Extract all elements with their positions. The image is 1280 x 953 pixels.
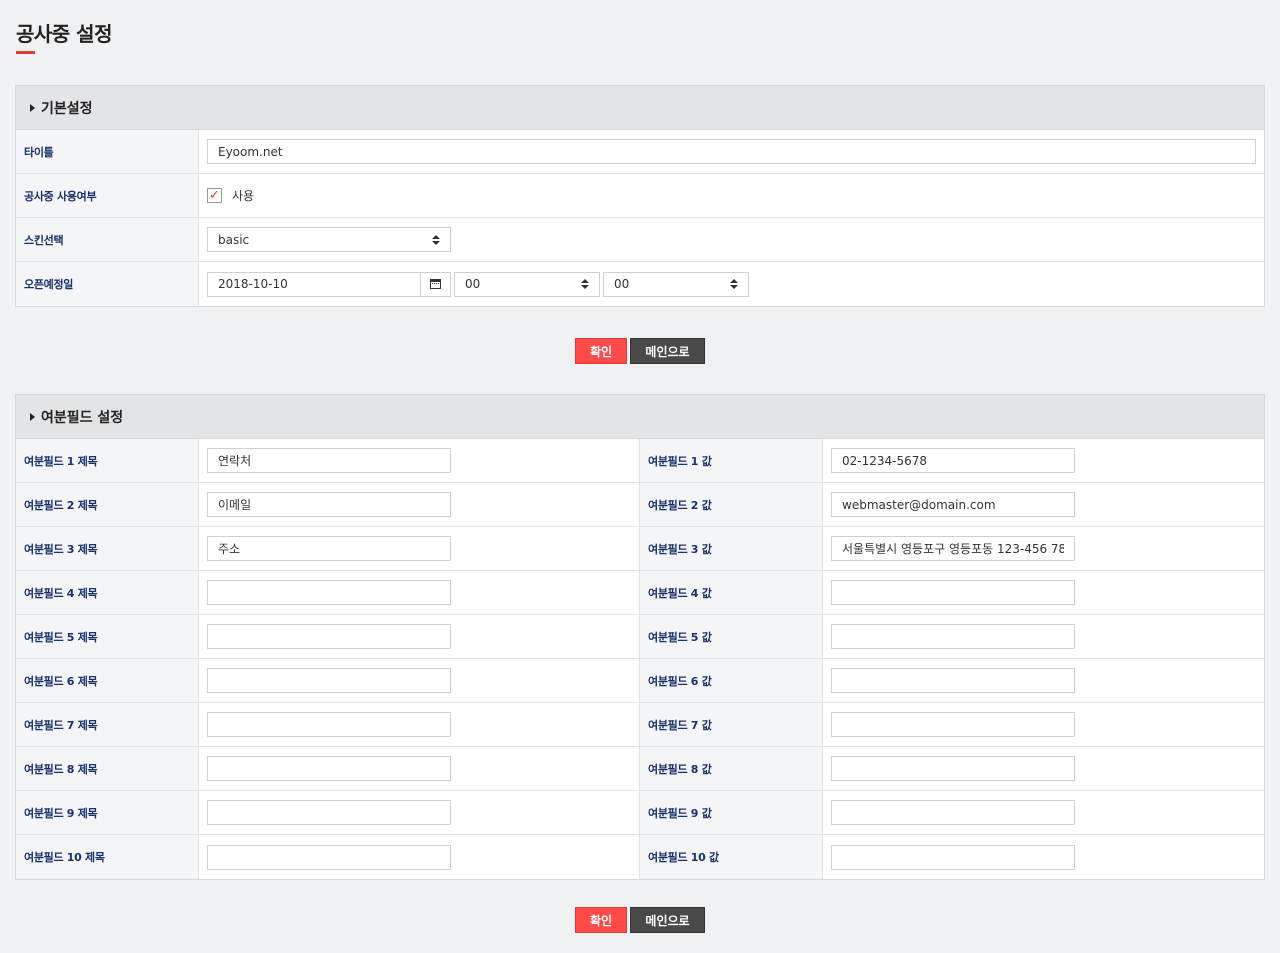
- extra-title-input[interactable]: [207, 536, 451, 561]
- extra-title-input[interactable]: [207, 448, 451, 473]
- extra-value-input[interactable]: [831, 536, 1075, 561]
- title-label: 타이틀: [16, 130, 199, 173]
- extra-field-row: 여분필드 4 제목 여분필드 4 값: [16, 571, 1264, 615]
- use-checkbox[interactable]: ✓: [207, 188, 222, 203]
- extra-field-row: 여분필드 5 제목 여분필드 5 값: [16, 615, 1264, 659]
- title-input[interactable]: [207, 139, 1256, 164]
- extra-value-input[interactable]: [831, 668, 1075, 693]
- skin-row: 스킨선택 basic: [16, 218, 1264, 262]
- extra-field-row: 여분필드 9 제목 여분필드 9 값: [16, 791, 1264, 835]
- extra-fields-rows: 여분필드 1 제목여분필드 1 값여분필드 2 제목여분필드 2 값여분필드 3…: [16, 439, 1264, 879]
- extra-actions: 확인 메인으로: [575, 907, 705, 933]
- extra-title-label: 여분필드 10 제목: [16, 835, 199, 879]
- use-checkbox-label: 사용: [232, 189, 255, 203]
- extra-title-input[interactable]: [207, 756, 451, 781]
- extra-value-label: 여분필드 6 값: [640, 659, 823, 702]
- use-row: 공사중 사용여부 ✓ 사용: [16, 174, 1264, 218]
- extra-title-label: 여분필드 8 제목: [16, 747, 199, 790]
- open-hour-select[interactable]: 00: [454, 271, 600, 297]
- extra-title-input[interactable]: [207, 580, 451, 605]
- title-row: 타이틀: [16, 130, 1264, 174]
- skin-select[interactable]: basic: [207, 227, 451, 252]
- extra-title-input[interactable]: [207, 844, 451, 870]
- extra-field-row: 여분필드 3 제목 여분필드 3 값: [16, 527, 1264, 571]
- select-arrows-icon: [730, 279, 738, 289]
- extra-field-row: 여분필드 7 제목 여분필드 7 값: [16, 703, 1264, 747]
- caret-right-icon: [30, 412, 35, 421]
- title-underline: [16, 51, 35, 54]
- extra-field-row: 여분필드 2 제목 여분필드 2 값: [16, 483, 1264, 527]
- extra-value-input[interactable]: [831, 624, 1075, 649]
- page-title: 공사중 설정: [16, 22, 112, 46]
- extra-title-label: 여분필드 6 제목: [16, 659, 199, 702]
- select-arrows-icon: [432, 234, 440, 245]
- extra-value-input[interactable]: [831, 448, 1075, 473]
- extra-title-label: 여분필드 9 제목: [16, 791, 199, 834]
- open-date-row: 오픈예정일 00 00: [16, 262, 1264, 306]
- basic-settings-panel: 기본설정 타이틀 공사중 사용여부 ✓ 사용 스킨선택 basic 오픈예정일: [15, 85, 1265, 307]
- confirm-button[interactable]: 확인: [575, 907, 627, 933]
- extra-title-input[interactable]: [207, 800, 451, 825]
- extra-field-row: 여분필드 10 제목 여분필드 10 값: [16, 835, 1264, 879]
- open-date-picker: [207, 271, 451, 297]
- extra-value-input[interactable]: [831, 844, 1075, 870]
- extra-field-row: 여분필드 8 제목 여분필드 8 값: [16, 747, 1264, 791]
- extra-value-label: 여분필드 10 값: [640, 835, 823, 879]
- extra-title-label: 여분필드 2 제목: [16, 483, 199, 526]
- extra-fields-title: 여분필드 설정: [41, 409, 124, 426]
- extra-title-input[interactable]: [207, 668, 451, 693]
- skin-select-value: basic: [218, 232, 250, 247]
- basic-settings-header: 기본설정: [16, 86, 1264, 130]
- extra-value-label: 여분필드 7 값: [640, 703, 823, 746]
- basic-actions: 확인 메인으로: [575, 338, 705, 364]
- extra-title-label: 여분필드 4 제목: [16, 571, 199, 614]
- basic-settings-title: 기본설정: [41, 100, 93, 117]
- open-date-input[interactable]: [207, 271, 421, 297]
- check-icon: ✓: [209, 188, 220, 203]
- extra-title-label: 여분필드 3 제목: [16, 527, 199, 570]
- main-button[interactable]: 메인으로: [630, 338, 705, 364]
- confirm-button[interactable]: 확인: [575, 338, 627, 364]
- extra-value-label: 여분필드 3 값: [640, 527, 823, 570]
- skin-label: 스킨선택: [16, 218, 199, 261]
- main-button[interactable]: 메인으로: [630, 907, 705, 933]
- extra-value-label: 여분필드 2 값: [640, 483, 823, 526]
- open-hour-value: 00: [465, 277, 481, 291]
- extra-title-label: 여분필드 1 제목: [16, 439, 199, 482]
- open-date-label: 오픈예정일: [16, 262, 199, 306]
- extra-value-label: 여분필드 9 값: [640, 791, 823, 834]
- use-label: 공사중 사용여부: [16, 174, 199, 217]
- extra-fields-header: 여분필드 설정: [16, 395, 1264, 439]
- extra-field-row: 여분필드 1 제목 여분필드 1 값: [16, 439, 1264, 483]
- extra-field-row: 여분필드 6 제목 여분필드 6 값: [16, 659, 1264, 703]
- extra-value-input[interactable]: [831, 580, 1075, 605]
- extra-value-label: 여분필드 8 값: [640, 747, 823, 790]
- extra-fields-panel: 여분필드 설정 여분필드 1 제목여분필드 1 값여분필드 2 제목여분필드 2…: [15, 394, 1265, 880]
- extra-value-label: 여분필드 1 값: [640, 439, 823, 482]
- extra-title-label: 여분필드 7 제목: [16, 703, 199, 746]
- open-minute-select[interactable]: 00: [603, 271, 749, 297]
- extra-value-label: 여분필드 5 값: [640, 615, 823, 658]
- extra-value-label: 여분필드 4 값: [640, 571, 823, 614]
- extra-value-input[interactable]: [831, 800, 1075, 825]
- extra-value-input[interactable]: [831, 712, 1075, 737]
- calendar-icon: [430, 279, 441, 289]
- extra-title-input[interactable]: [207, 712, 451, 737]
- extra-value-input[interactable]: [831, 492, 1075, 517]
- open-minute-value: 00: [614, 277, 630, 291]
- caret-right-icon: [30, 103, 35, 112]
- extra-value-input[interactable]: [831, 756, 1075, 781]
- extra-title-label: 여분필드 5 제목: [16, 615, 199, 658]
- extra-title-input[interactable]: [207, 624, 451, 649]
- calendar-button[interactable]: [421, 271, 451, 297]
- select-arrows-icon: [581, 279, 589, 289]
- extra-title-input[interactable]: [207, 492, 451, 517]
